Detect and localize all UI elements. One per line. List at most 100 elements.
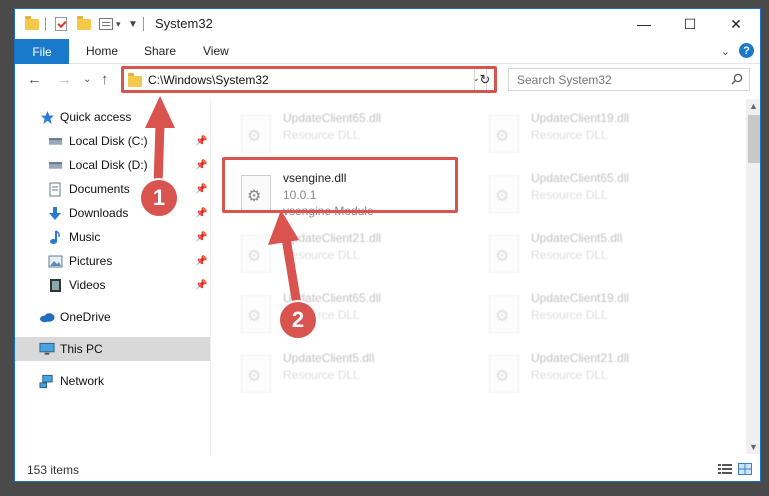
qa-dropdown-icon[interactable]: ▾ <box>116 15 121 33</box>
forward-button[interactable]: → <box>57 71 72 88</box>
picture-icon <box>47 253 63 269</box>
item-count: 153 items <box>27 463 80 477</box>
dll-file-icon <box>489 295 519 333</box>
sidebar-item-label: Network <box>60 374 105 388</box>
list-item[interactable]: UpdateClient5.dll Resource DLL <box>211 349 446 405</box>
vertical-scrollbar[interactable]: ▲ ▼ <box>746 99 760 454</box>
file-type: Resource DLL <box>283 128 360 142</box>
large-icons-view-icon[interactable] <box>738 463 752 475</box>
file-name: UpdateClient65.dll <box>531 171 630 185</box>
recent-locations-button[interactable]: ⌄ <box>83 74 91 85</box>
list-item[interactable]: UpdateClient21.dll Resource DLL <box>459 349 694 405</box>
drive-icon <box>47 157 63 173</box>
sidebar-item-videos[interactable]: Videos 📌 <box>15 273 210 297</box>
search-input[interactable]: Search System32 <box>508 68 750 91</box>
qa-customize-icon[interactable]: ▼ <box>128 15 138 33</box>
search-icon <box>731 73 743 85</box>
folder-icon[interactable] <box>25 15 39 33</box>
scroll-up-icon[interactable]: ▲ <box>749 101 758 111</box>
cloud-icon <box>39 309 55 325</box>
network-icon <box>39 373 55 389</box>
step-2-badge: 2 <box>278 300 318 340</box>
list-item[interactable]: UpdateClient65.dll Resource DLL <box>459 169 694 225</box>
sidebar-item-pictures[interactable]: Pictures 📌 <box>15 249 210 273</box>
sidebar-item-label: Pictures <box>69 254 113 268</box>
sidebar-item-downloads[interactable]: Downloads 📌 <box>15 201 210 225</box>
sidebar-item-documents[interactable]: Documents 📌 <box>15 177 210 201</box>
up-button[interactable]: ↑ <box>101 71 109 88</box>
list-item[interactable]: UpdateClient5.dll Resource DLL <box>459 229 694 285</box>
sidebar-item-label: Local Disk (C:) <box>69 134 148 148</box>
explorer-window: ▾ ▼ System32 — ☐ ✕ File Home Share View … <box>14 8 761 482</box>
pin-icon[interactable]: 📌 <box>195 184 207 195</box>
scroll-down-icon[interactable]: ▼ <box>749 442 758 452</box>
list-item[interactable]: UpdateClient19.dll Resource DLL <box>459 109 694 165</box>
back-button[interactable]: ← <box>27 71 42 88</box>
video-icon <box>47 277 63 293</box>
file-type: Resource DLL <box>531 368 608 382</box>
file-name: UpdateClient5.dll <box>531 231 623 245</box>
details-view-icon[interactable] <box>718 463 732 475</box>
properties-check-icon[interactable] <box>55 15 67 33</box>
document-icon <box>47 181 63 197</box>
scroll-thumb[interactable] <box>748 115 760 163</box>
computer-icon <box>39 341 55 357</box>
sidebar-item-label: Local Disk (D:) <box>69 158 148 172</box>
file-name: UpdateClient19.dll <box>531 111 630 125</box>
address-highlight-box <box>121 66 497 93</box>
sidebar-item-label: OneDrive <box>60 310 111 324</box>
pin-icon[interactable]: 📌 <box>195 208 207 219</box>
search-placeholder: Search System32 <box>517 73 612 87</box>
sidebar-item-local-disk-c[interactable]: Local Disk (C:) 📌 <box>15 129 210 153</box>
expand-ribbon-icon[interactable]: ⌄ <box>721 45 730 58</box>
download-icon <box>47 205 63 221</box>
sidebar-item-local-disk-d[interactable]: Local Disk (D:) 📌 <box>15 153 210 177</box>
sidebar-item-music[interactable]: Music 📌 <box>15 225 210 249</box>
music-icon <box>47 229 63 245</box>
file-name: UpdateClient21.dll <box>283 231 382 245</box>
dll-file-icon <box>489 355 519 393</box>
file-type: Resource DLL <box>283 368 360 382</box>
sidebar-item-label: Documents <box>69 182 130 196</box>
pin-icon[interactable]: 📌 <box>195 256 207 267</box>
new-folder-icon[interactable] <box>77 15 91 33</box>
dll-file-icon <box>241 355 271 393</box>
close-button[interactable]: ✕ <box>713 9 759 39</box>
star-icon <box>39 109 55 125</box>
tab-file[interactable]: File <box>15 39 69 64</box>
pin-icon[interactable]: 📌 <box>195 136 207 147</box>
pin-icon[interactable]: 📌 <box>195 280 207 291</box>
properties-icon[interactable] <box>99 15 113 33</box>
file-type: Resource DLL <box>531 188 608 202</box>
tab-view[interactable]: View <box>203 44 229 58</box>
list-item[interactable]: UpdateClient21.dll Resource DLL <box>211 229 446 285</box>
pin-icon[interactable]: 📌 <box>195 160 207 171</box>
file-list: UpdateClient65.dll Resource DLL UpdateCl… <box>211 99 746 454</box>
title-bar: ▾ ▼ System32 — ☐ ✕ <box>15 9 760 39</box>
file-type: Resource DLL <box>531 128 608 142</box>
sidebar-item-network[interactable]: Network <box>15 369 210 393</box>
step-1-badge: 1 <box>139 178 179 218</box>
tab-share[interactable]: Share <box>144 44 176 58</box>
list-item[interactable]: UpdateClient65.dll Resource DLL <box>211 289 446 345</box>
maximize-button[interactable]: ☐ <box>667 9 713 39</box>
sidebar-item-this-pc[interactable]: This PC <box>15 337 210 361</box>
navigation-bar: ← → ⌄ ↑ C:\Windows\System32 ⌄ ↻ Search S… <box>15 65 760 95</box>
sidebar-item-onedrive[interactable]: OneDrive <box>15 305 210 329</box>
minimize-button[interactable]: — <box>621 9 667 39</box>
navigation-pane: Quick access Local Disk (C:) 📌 Local Dis… <box>15 99 210 454</box>
dll-file-icon <box>489 175 519 213</box>
dll-file-icon <box>241 115 271 153</box>
pin-icon[interactable]: 📌 <box>195 232 207 243</box>
help-icon[interactable]: ? <box>739 43 754 58</box>
list-item[interactable]: UpdateClient19.dll Resource DLL <box>459 289 694 345</box>
sidebar-item-quick-access[interactable]: Quick access <box>15 105 210 129</box>
file-type: Resource DLL <box>531 248 608 262</box>
file-name: UpdateClient19.dll <box>531 291 630 305</box>
sidebar-item-label: Quick access <box>60 110 132 124</box>
qa-separator <box>45 15 46 33</box>
file-name: UpdateClient65.dll <box>283 111 382 125</box>
tab-home[interactable]: Home <box>86 44 118 58</box>
file-highlight-box <box>222 157 458 213</box>
dll-file-icon <box>489 115 519 153</box>
